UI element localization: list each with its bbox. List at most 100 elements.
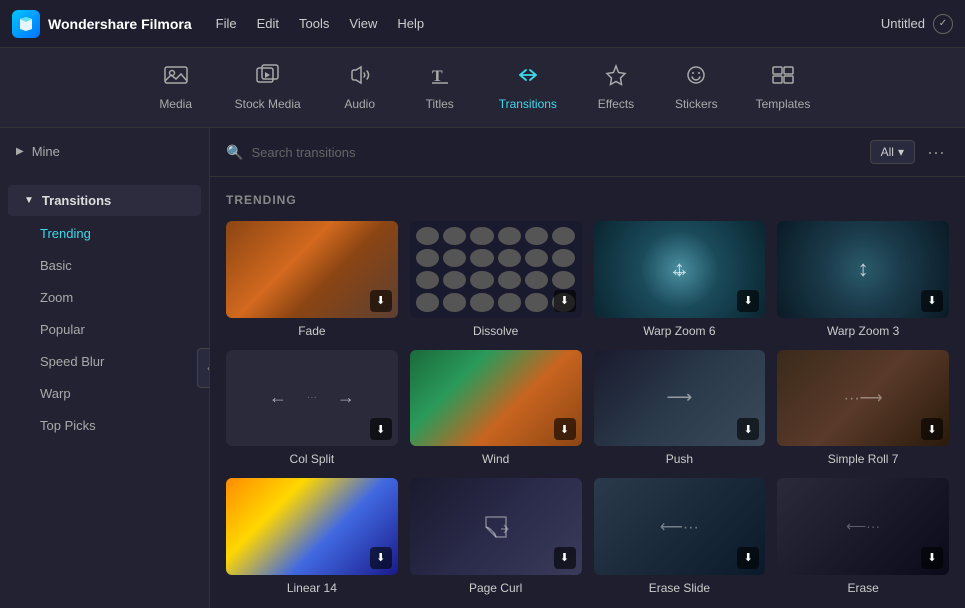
- colsplit-thumbnail: ← ··· → ⬇: [226, 350, 398, 447]
- linear14-label: Linear 14: [226, 581, 398, 595]
- warpzoom6-label: Warp Zoom 6: [594, 324, 766, 338]
- list-item[interactable]: ⟵··· ⬇ Erase: [777, 478, 949, 595]
- erase-label: Erase: [777, 581, 949, 595]
- sidebar-mine[interactable]: ▶ Mine: [0, 136, 209, 167]
- list-item[interactable]: ⬇ Fade: [226, 221, 398, 338]
- list-item[interactable]: ⬇ Wind: [410, 350, 582, 467]
- list-item[interactable]: ⬇ Dissolve: [410, 221, 582, 338]
- filter-chevron-icon: ▾: [898, 145, 904, 159]
- search-icon: 🔍: [226, 144, 243, 161]
- menu-tools[interactable]: Tools: [299, 12, 329, 35]
- sidebar-item-top-picks[interactable]: Top Picks: [8, 410, 201, 441]
- toolbar-transitions-label: Transitions: [499, 97, 557, 111]
- download-warpzoom3-button[interactable]: ⬇: [921, 290, 943, 312]
- sidebar-item-basic[interactable]: Basic: [8, 250, 201, 281]
- toolbar-transitions[interactable]: Transitions: [485, 56, 571, 119]
- download-wind-button[interactable]: ⬇: [554, 418, 576, 440]
- dissolve-label: Dissolve: [410, 324, 582, 338]
- stickers-icon: [683, 64, 709, 92]
- sidebar-item-warp[interactable]: Warp: [8, 378, 201, 409]
- list-item[interactable]: ← ··· → ⬇ Col Split: [226, 350, 398, 467]
- filter-dropdown[interactable]: All ▾: [870, 140, 915, 164]
- transitions-arrow-icon: ▼: [24, 195, 34, 206]
- filter-label: All: [881, 145, 894, 159]
- sidebar-item-zoom[interactable]: Zoom: [8, 282, 201, 313]
- sidebar-item-trending[interactable]: Trending: [8, 218, 201, 249]
- wind-label: Wind: [410, 452, 582, 466]
- toolbar-stickers[interactable]: Stickers: [661, 56, 732, 119]
- app-name: Wondershare Filmora: [48, 16, 192, 32]
- toolbar-stock-label: Stock Media: [235, 97, 301, 111]
- download-fade-button[interactable]: ⬇: [370, 290, 392, 312]
- project-name: Untitled: [881, 16, 925, 31]
- logo-icon: [12, 10, 40, 38]
- list-item[interactable]: ⬇ Page Curl: [410, 478, 582, 595]
- sidebar-mine-label: Mine: [32, 144, 60, 159]
- list-item[interactable]: ···⟶ ⬇ Simple Roll 7: [777, 350, 949, 467]
- content-area: 🔍 All ▾ ··· TRENDING ⬇ Fade: [210, 128, 965, 608]
- sidebar-collapse-button[interactable]: ‹: [197, 348, 210, 388]
- toolbar-templates[interactable]: Templates: [742, 56, 825, 119]
- download-push-button[interactable]: ⬇: [737, 418, 759, 440]
- menu-file[interactable]: File: [216, 12, 237, 35]
- list-item[interactable]: ↕ ⬇ Warp Zoom 3: [777, 221, 949, 338]
- menu-help[interactable]: Help: [397, 12, 424, 35]
- menu-edit[interactable]: Edit: [257, 12, 279, 35]
- transitions-icon: [515, 64, 541, 92]
- fade-thumbnail: ⬇: [226, 221, 398, 318]
- colsplit-label: Col Split: [226, 452, 398, 466]
- search-input[interactable]: [251, 145, 861, 160]
- erase-thumbnail: ⟵··· ⬇: [777, 478, 949, 575]
- eraseslide-thumbnail: ⟵··· ⬇: [594, 478, 766, 575]
- sidebar: ▶ Mine ▼ Transitions Trending Basic Zoom…: [0, 128, 210, 608]
- search-bar: 🔍 All ▾ ···: [210, 128, 965, 177]
- pagecurl-thumbnail: ⬇: [410, 478, 582, 575]
- simpleroll7-thumbnail: ···⟶ ⬇: [777, 350, 949, 447]
- list-item[interactable]: ↔ ↕ ⬇ Warp Zoom 6: [594, 221, 766, 338]
- toolbar-effects[interactable]: Effects: [581, 56, 651, 119]
- download-linear14-button[interactable]: ⬇: [370, 547, 392, 569]
- sidebar-item-popular[interactable]: Popular: [8, 314, 201, 345]
- sidebar-section-transitions: ▼ Transitions Trending Basic Zoom Popula…: [0, 175, 209, 450]
- download-dissolve-button[interactable]: ⬇: [554, 290, 576, 312]
- stock-media-icon: [255, 64, 281, 92]
- push-label: Push: [594, 452, 766, 466]
- toolbar-stock-media[interactable]: Stock Media: [221, 56, 315, 119]
- warpzoom3-thumbnail: ↕ ⬇: [777, 221, 949, 318]
- download-eraseslide-button[interactable]: ⬇: [737, 547, 759, 569]
- toolbar-titles[interactable]: T Titles: [405, 56, 475, 119]
- app-logo: Wondershare Filmora: [12, 10, 192, 38]
- transitions-grid: ⬇ Fade ⬇ Dissolve: [226, 221, 949, 595]
- toolbar-templates-label: Templates: [756, 97, 811, 111]
- warpzoom3-label: Warp Zoom 3: [777, 324, 949, 338]
- list-item[interactable]: ⬇ Linear 14: [226, 478, 398, 595]
- toolbar-media[interactable]: Media: [141, 56, 211, 119]
- list-item[interactable]: ⟶ ⬇ Push: [594, 350, 766, 467]
- list-item[interactable]: ⟵··· ⬇ Erase Slide: [594, 478, 766, 595]
- mine-arrow-icon: ▶: [16, 146, 24, 157]
- push-thumbnail: ⟶ ⬇: [594, 350, 766, 447]
- top-menu: File Edit Tools View Help: [216, 12, 857, 35]
- download-colsplit-button[interactable]: ⬇: [370, 418, 392, 440]
- grid-section: TRENDING ⬇ Fade: [210, 177, 965, 608]
- toolbar-stickers-label: Stickers: [675, 97, 718, 111]
- menu-view[interactable]: View: [349, 12, 377, 35]
- toolbar-audio[interactable]: Audio: [325, 56, 395, 119]
- toolbar: Media Stock Media Audio T T: [0, 48, 965, 128]
- download-simpleroll7-button[interactable]: ⬇: [921, 418, 943, 440]
- sidebar-section-mine: ▶ Mine: [0, 128, 209, 175]
- download-pagecurl-button[interactable]: ⬇: [554, 547, 576, 569]
- top-right: Untitled ✓: [881, 14, 953, 34]
- linear14-thumbnail: ⬇: [226, 478, 398, 575]
- fade-label: Fade: [226, 324, 398, 338]
- more-options-icon[interactable]: ···: [923, 142, 949, 163]
- audio-icon: [347, 64, 373, 92]
- wind-thumbnail: ⬇: [410, 350, 582, 447]
- pagecurl-label: Page Curl: [410, 581, 582, 595]
- download-erase-button[interactable]: ⬇: [921, 547, 943, 569]
- sidebar-item-speed-blur[interactable]: Speed Blur: [8, 346, 201, 377]
- save-status-icon: ✓: [933, 14, 953, 34]
- sidebar-transitions-group[interactable]: ▼ Transitions: [8, 185, 201, 216]
- download-warpzoom6-button[interactable]: ⬇: [737, 290, 759, 312]
- toolbar-audio-label: Audio: [344, 97, 375, 111]
